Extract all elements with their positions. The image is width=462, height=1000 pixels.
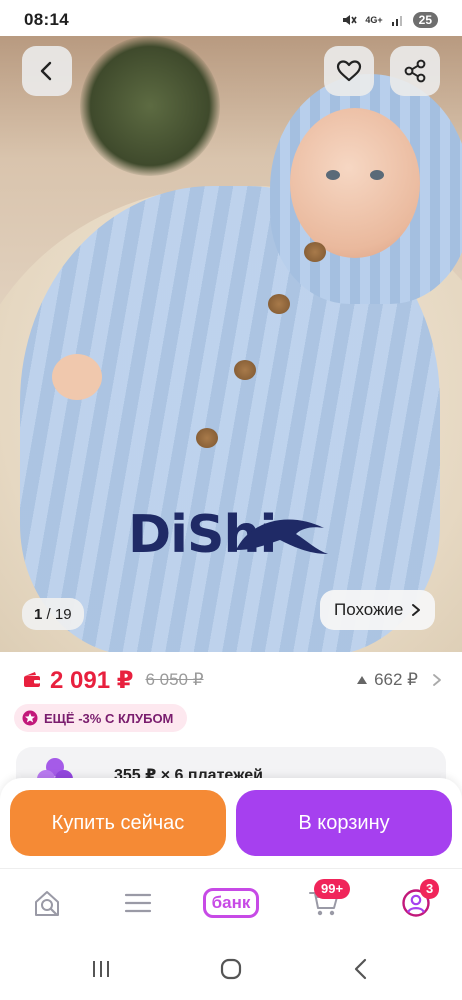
status-time: 08:14: [24, 10, 69, 29]
bank-label: банк: [202, 888, 260, 918]
mute-icon: [343, 15, 358, 25]
nav-bank[interactable]: банк: [198, 883, 264, 923]
photo-baby-face: [290, 108, 420, 258]
system-navigation-bar: [0, 938, 462, 1000]
back-button[interactable]: [22, 46, 72, 96]
home-button[interactable]: [216, 956, 246, 982]
image-counter-current: 1: [34, 605, 43, 623]
recents-icon: [93, 961, 109, 977]
photo-wooden-button: [268, 294, 290, 314]
image-counter: 1 / 19: [22, 598, 84, 630]
image-counter-total: 19: [54, 605, 72, 623]
signal-icon: [391, 16, 402, 26]
battery-indicator: 25: [412, 12, 438, 28]
network-type: 4G+: [365, 14, 383, 25]
club-discount-label: ЕЩЁ -3% С КЛУБОМ: [44, 710, 174, 726]
wallet-icon: [24, 672, 40, 687]
recents-button[interactable]: [86, 956, 116, 982]
chevron-right-icon: [412, 604, 421, 616]
club-star-icon: [22, 710, 38, 726]
triangle-up-icon: [357, 676, 368, 684]
chevron-left-icon: [40, 61, 52, 81]
chevron-right-icon: [433, 674, 441, 686]
similar-items-label: Похожие: [334, 600, 404, 619]
photo-eye-right: [370, 170, 384, 180]
photo-wooden-button: [234, 360, 256, 380]
photo-wooden-button: [196, 428, 218, 448]
favorite-button[interactable]: [324, 46, 374, 96]
old-price: 6 050 ₽: [145, 670, 204, 689]
price-delta: 662 ₽: [374, 670, 418, 689]
dolphin-logo-icon: [236, 519, 328, 554]
status-bar: 08:14 4G+ 25: [0, 0, 462, 40]
buy-now-button[interactable]: Купить сейчас: [10, 790, 226, 856]
similar-items-button[interactable]: Похожие: [320, 590, 436, 630]
action-bar: Купить сейчас В корзину: [0, 778, 462, 868]
home-search-icon: [35, 891, 59, 916]
image-counter-separator: /: [42, 605, 55, 623]
nav-home-search[interactable]: [28, 883, 68, 923]
bottom-navigation: банк 99+ 3: [0, 868, 462, 938]
photo-hand: [52, 354, 102, 400]
product-photo[interactable]: DiShi 1 / 19 Похожие: [0, 36, 462, 652]
system-back-button[interactable]: [346, 956, 376, 982]
home-circle-icon: [220, 958, 242, 980]
menu-icon: [124, 893, 152, 913]
profile-notification-badge: 3: [420, 879, 440, 899]
photo-wooden-button: [304, 242, 326, 262]
share-icon: [404, 59, 426, 83]
price-history-link[interactable]: 662 ₽: [356, 670, 442, 690]
nav-catalog[interactable]: [118, 883, 158, 923]
share-button[interactable]: [390, 46, 440, 96]
photo-background-plant: [80, 36, 220, 176]
system-back-icon: [354, 958, 367, 980]
current-price: 2 091 ₽: [50, 666, 134, 694]
heart-icon: [336, 60, 362, 82]
club-discount-badge[interactable]: ЕЩЁ -3% С КЛУБОМ: [14, 704, 188, 732]
cart-count-badge: 99+: [314, 879, 351, 899]
add-to-cart-button[interactable]: В корзину: [236, 790, 452, 856]
price-row: 2 091 ₽ 6 050 ₽ 662 ₽: [22, 662, 442, 698]
photo-eye-left: [326, 170, 340, 180]
status-icons: 4G+ 25: [341, 12, 438, 28]
